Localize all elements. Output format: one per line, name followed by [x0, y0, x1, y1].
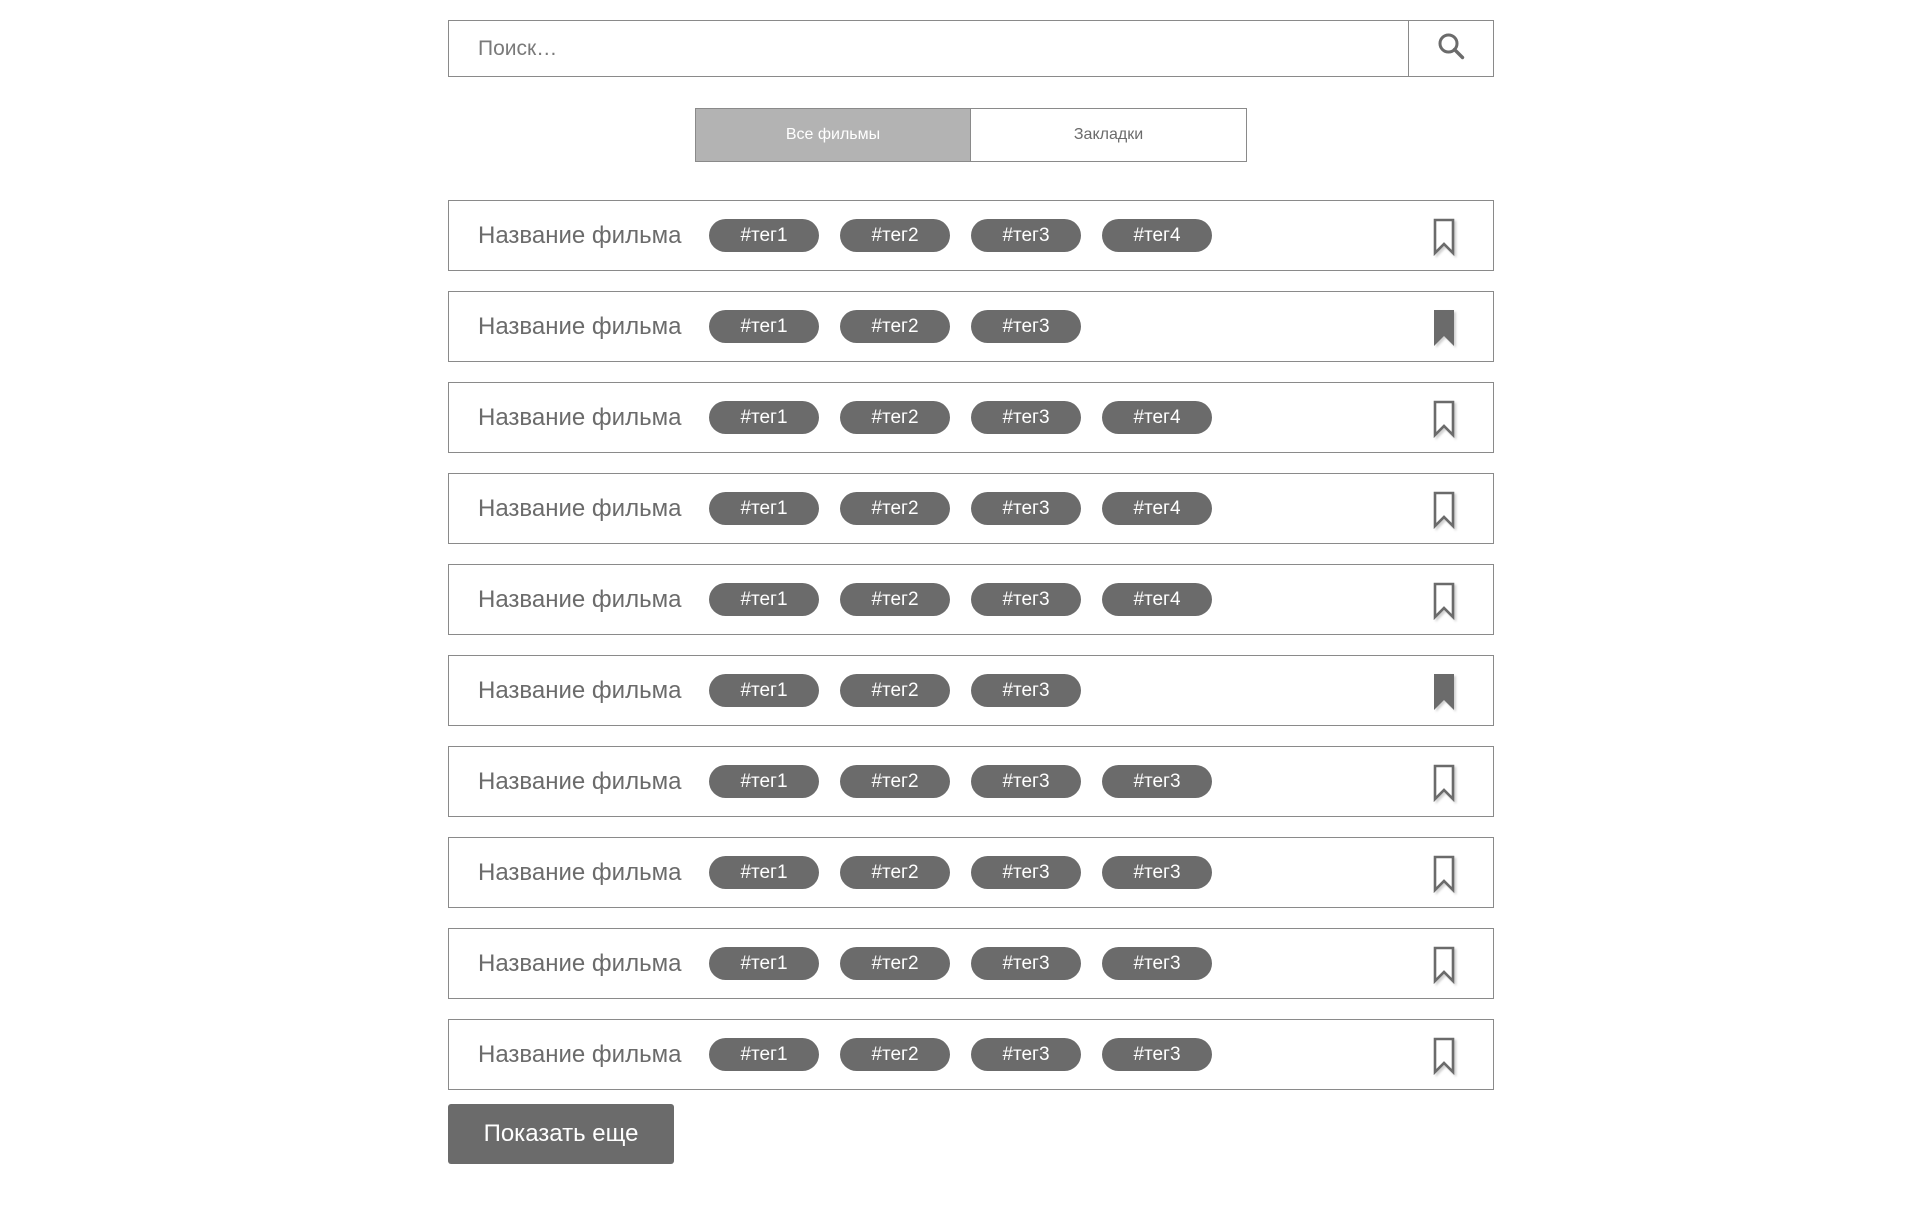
- tag-chip[interactable]: #тег4: [1102, 492, 1212, 525]
- tab-bookmarks[interactable]: Закладки: [971, 108, 1247, 162]
- film-title[interactable]: Название фильма: [478, 404, 709, 432]
- tag-chip[interactable]: #тег1: [709, 674, 819, 707]
- tag-chip[interactable]: #тег1: [709, 1038, 819, 1071]
- tag-chip[interactable]: #тег1: [709, 583, 819, 616]
- bookmark-icon[interactable]: [1433, 764, 1455, 802]
- tag-chip[interactable]: #тег1: [709, 492, 819, 525]
- tag-chip[interactable]: #тег2: [840, 583, 950, 616]
- tag-chip[interactable]: #тег2: [840, 492, 950, 525]
- tag-chip[interactable]: #тег3: [1102, 765, 1212, 798]
- tag-chip[interactable]: #тег4: [1102, 219, 1212, 252]
- bookmark-icon[interactable]: [1433, 400, 1455, 438]
- bookmark-icon[interactable]: [1433, 1037, 1455, 1075]
- main-container: Все фильмы Закладки Название фильма#тег1…: [448, 20, 1494, 1164]
- tag-chip[interactable]: #тег3: [971, 219, 1081, 252]
- bookmark-icon[interactable]: [1433, 218, 1455, 256]
- search-button[interactable]: [1408, 21, 1493, 76]
- tag-chip[interactable]: #тег1: [709, 401, 819, 434]
- tag-list: #тег1 #тег2 #тег3 #тег3: [709, 856, 1212, 889]
- tag-chip[interactable]: #тег2: [840, 856, 950, 889]
- tag-chip[interactable]: #тег2: [840, 219, 950, 252]
- film-title[interactable]: Название фильма: [478, 313, 709, 341]
- search-input[interactable]: [449, 21, 1408, 76]
- tag-list: #тег1 #тег2 #тег3 #тег4: [709, 583, 1212, 616]
- search-icon: [1437, 32, 1465, 65]
- film-title[interactable]: Название фильма: [478, 1041, 709, 1069]
- search-bar: [448, 20, 1494, 77]
- tag-chip[interactable]: #тег3: [971, 765, 1081, 798]
- film-row[interactable]: Название фильма #тег1 #тег2 #тег3: [448, 655, 1494, 726]
- tab-all-films[interactable]: Все фильмы: [695, 108, 971, 162]
- bookmark-icon[interactable]: [1433, 855, 1455, 893]
- tab-bar: Все фильмы Закладки: [448, 108, 1494, 162]
- film-row[interactable]: Название фильма #тег1 #тег2 #тег3 #тег4: [448, 200, 1494, 271]
- tag-list: #тег1 #тег2 #тег3 #тег4: [709, 401, 1212, 434]
- tag-chip[interactable]: #тег3: [971, 583, 1081, 616]
- tag-chip[interactable]: #тег2: [840, 401, 950, 434]
- film-row[interactable]: Название фильма #тег1 #тег2 #тег3 #тег3: [448, 746, 1494, 817]
- tag-chip[interactable]: #тег3: [971, 856, 1081, 889]
- tag-chip[interactable]: #тег4: [1102, 583, 1212, 616]
- tag-list: #тег1 #тег2 #тег3 #тег4: [709, 492, 1212, 525]
- film-title[interactable]: Название фильма: [478, 495, 709, 523]
- film-row[interactable]: Название фильма #тег1 #тег2 #тег3: [448, 291, 1494, 362]
- tag-chip[interactable]: #тег3: [971, 492, 1081, 525]
- tag-chip[interactable]: #тег3: [1102, 856, 1212, 889]
- bookmark-icon[interactable]: [1433, 582, 1455, 620]
- tag-chip[interactable]: #тег1: [709, 765, 819, 798]
- tag-list: #тег1 #тег2 #тег3 #тег3: [709, 947, 1212, 980]
- film-row[interactable]: Название фильма #тег1 #тег2 #тег3 #тег3: [448, 1019, 1494, 1090]
- tag-chip[interactable]: #тег1: [709, 219, 819, 252]
- tag-chip[interactable]: #тег3: [971, 674, 1081, 707]
- tag-chip[interactable]: #тег2: [840, 310, 950, 343]
- bookmark-icon[interactable]: [1433, 946, 1455, 984]
- tag-list: #тег1 #тег2 #тег3: [709, 674, 1081, 707]
- film-row[interactable]: Название фильма #тег1 #тег2 #тег3 #тег4: [448, 473, 1494, 544]
- bookmark-filled-icon[interactable]: [1433, 673, 1455, 711]
- bookmark-icon[interactable]: [1433, 491, 1455, 529]
- tag-chip[interactable]: #тег1: [709, 947, 819, 980]
- tag-chip[interactable]: #тег1: [709, 856, 819, 889]
- tag-chip[interactable]: #тег2: [840, 674, 950, 707]
- tag-chip[interactable]: #тег2: [840, 1038, 950, 1071]
- tag-list: #тег1 #тег2 #тег3 #тег3: [709, 765, 1212, 798]
- film-title[interactable]: Название фильма: [478, 859, 709, 887]
- film-list: Название фильма #тег1 #тег2 #тег3 #тег4 Назва…: [448, 200, 1494, 1090]
- tag-chip[interactable]: #тег4: [1102, 401, 1212, 434]
- film-title[interactable]: Название фильма: [478, 768, 709, 796]
- tag-chip[interactable]: #тег3: [971, 1038, 1081, 1071]
- bookmark-filled-icon[interactable]: [1433, 309, 1455, 347]
- tag-chip[interactable]: #тег2: [840, 947, 950, 980]
- tag-chip[interactable]: #тег1: [709, 310, 819, 343]
- film-title[interactable]: Название фильма: [478, 222, 709, 250]
- film-title[interactable]: Название фильма: [478, 586, 709, 614]
- film-row[interactable]: Название фильма #тег1 #тег2 #тег3 #тег3: [448, 837, 1494, 908]
- show-more-button[interactable]: Показать еще: [448, 1104, 674, 1164]
- tag-list: #тег1 #тег2 #тег3 #тег4: [709, 219, 1212, 252]
- film-row[interactable]: Название фильма #тег1 #тег2 #тег3 #тег4: [448, 382, 1494, 453]
- film-title[interactable]: Название фильма: [478, 677, 709, 705]
- tag-chip[interactable]: #тег2: [840, 765, 950, 798]
- tag-chip[interactable]: #тег3: [971, 401, 1081, 434]
- film-row[interactable]: Название фильма #тег1 #тег2 #тег3 #тег3: [448, 928, 1494, 999]
- film-title[interactable]: Название фильма: [478, 950, 709, 978]
- tag-list: #тег1 #тег2 #тег3 #тег3: [709, 1038, 1212, 1071]
- tag-chip[interactable]: #тег3: [1102, 947, 1212, 980]
- film-row[interactable]: Название фильма #тег1 #тег2 #тег3 #тег4: [448, 564, 1494, 635]
- tag-chip[interactable]: #тег3: [971, 947, 1081, 980]
- tag-list: #тег1 #тег2 #тег3: [709, 310, 1081, 343]
- tag-chip[interactable]: #тег3: [971, 310, 1081, 343]
- tag-chip[interactable]: #тег3: [1102, 1038, 1212, 1071]
